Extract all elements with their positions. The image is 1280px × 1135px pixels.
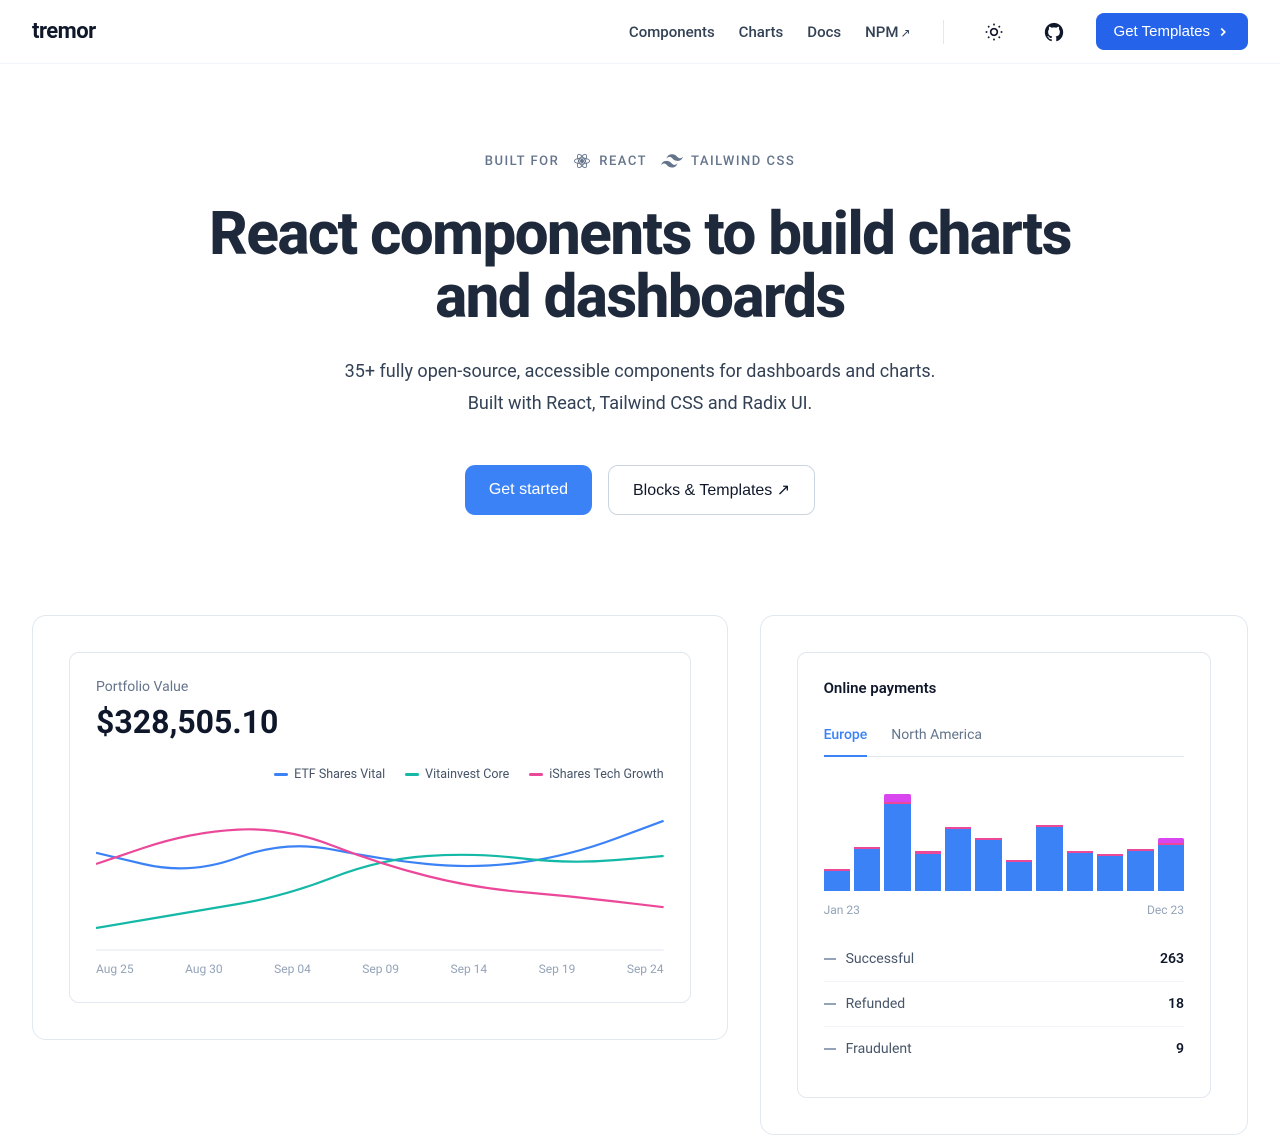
xtick: Sep 24 xyxy=(627,962,664,976)
portfolio-card: Portfolio Value $328,505.10 ETF Shares V… xyxy=(32,615,728,1040)
chevron-right-icon xyxy=(1216,25,1230,39)
built-for-row: BUILT FOR REACT TAILWIND CSS xyxy=(0,152,1280,170)
stat-left: Refunded xyxy=(824,996,906,1012)
tab-europe[interactable]: Europe xyxy=(824,717,868,757)
bar-col xyxy=(1067,791,1093,891)
legend-etf: ETF Shares Vital xyxy=(274,767,385,782)
hero: BUILT FOR REACT TAILWIND CSS React compo… xyxy=(0,64,1280,555)
payments-bars xyxy=(824,791,1184,891)
stat-fraudulent: Fraudulent 9 xyxy=(824,1027,1184,1071)
hero-title: React components to build charts and das… xyxy=(190,202,1090,328)
tech-react: REACT xyxy=(573,152,647,170)
legend-vita-label: Vitainvest Core xyxy=(425,767,509,782)
github-icon xyxy=(1043,21,1065,43)
payments-card: Online payments Europe North America Jan… xyxy=(760,615,1248,1135)
stat-left: Successful xyxy=(824,951,915,967)
get-templates-button[interactable]: Get Templates xyxy=(1096,13,1248,50)
nav-divider xyxy=(943,20,944,44)
legend-dash-icon xyxy=(405,773,419,776)
portfolio-label: Portfolio Value xyxy=(96,679,664,695)
bar-col xyxy=(854,791,880,891)
xtick: Aug 30 xyxy=(185,962,223,976)
bar-col xyxy=(915,791,941,891)
nav-npm[interactable]: NPM↗ xyxy=(865,23,910,41)
cards-row: Portfolio Value $328,505.10 ETF Shares V… xyxy=(0,555,1280,1135)
stat-dash-icon xyxy=(824,1048,836,1050)
line-chart-svg xyxy=(96,792,664,952)
get-started-button[interactable]: Get started xyxy=(465,465,592,515)
stat-refunded-label: Refunded xyxy=(846,996,906,1012)
payments-bar-chart: Jan 23 Dec 23 xyxy=(824,791,1184,917)
blocks-templates-button[interactable]: Blocks & Templates ↗ xyxy=(608,465,815,515)
stat-successful: Successful 263 xyxy=(824,937,1184,982)
payments-title: Online payments xyxy=(824,679,1184,697)
stat-fraudulent-label: Fraudulent xyxy=(846,1041,912,1057)
hero-sub1: 35+ fully open-source, accessible compon… xyxy=(0,356,1280,388)
legend-dash-icon xyxy=(274,773,288,776)
github-link[interactable] xyxy=(1036,14,1072,50)
tailwind-icon xyxy=(661,154,683,168)
xtick: Aug 25 xyxy=(96,962,134,976)
get-templates-label: Get Templates xyxy=(1114,23,1210,40)
tab-north-america[interactable]: North America xyxy=(891,717,982,757)
xtick: Sep 09 xyxy=(362,962,399,976)
nav-components[interactable]: Components xyxy=(629,23,715,41)
stat-dash-icon xyxy=(824,1003,836,1005)
payments-stats: Successful 263 Refunded 18 Fraudulent 9 xyxy=(824,937,1184,1071)
external-link-icon: ↗ xyxy=(900,26,910,40)
legend-dash-icon xyxy=(529,773,543,776)
stat-successful-label: Successful xyxy=(846,951,915,967)
xtick: Sep 14 xyxy=(450,962,487,976)
logo[interactable]: tremor xyxy=(32,19,96,44)
portfolio-legend: ETF Shares Vital Vitainvest Core iShares… xyxy=(96,767,664,782)
portfolio-value: $328,505.10 xyxy=(96,703,664,741)
bar-col xyxy=(1097,791,1123,891)
stat-refunded-value: 18 xyxy=(1168,996,1184,1012)
hero-sub2: Built with React, Tailwind CSS and Radix… xyxy=(0,388,1280,420)
tech-react-label: REACT xyxy=(599,154,647,169)
payments-tabs: Europe North America xyxy=(824,717,1184,757)
portfolio-xticks: Aug 25 Aug 30 Sep 04 Sep 09 Sep 14 Sep 19 Sep … xyxy=(96,962,664,976)
react-icon xyxy=(573,152,591,170)
nav-npm-label: NPM xyxy=(865,23,898,41)
sun-icon xyxy=(984,22,1004,42)
tech-tailwind-label: TAILWIND CSS xyxy=(691,154,795,169)
legend-ishares-label: iShares Tech Growth xyxy=(549,767,663,782)
legend-ishares: iShares Tech Growth xyxy=(529,767,663,782)
built-for-label: BUILT FOR xyxy=(485,154,559,169)
bar-col xyxy=(1158,791,1184,891)
bar-col xyxy=(975,791,1001,891)
theme-toggle[interactable] xyxy=(976,14,1012,50)
payments-range-end: Dec 23 xyxy=(1147,903,1184,917)
cta-row: Get started Blocks & Templates ↗ xyxy=(0,465,1280,515)
xtick: Sep 19 xyxy=(539,962,576,976)
payments-bars-labels: Jan 23 Dec 23 xyxy=(824,903,1184,917)
bar-col xyxy=(1127,791,1153,891)
portfolio-card-inner: Portfolio Value $328,505.10 ETF Shares V… xyxy=(69,652,691,1003)
xtick: Sep 04 xyxy=(274,962,311,976)
bar-col xyxy=(1036,791,1062,891)
stat-dash-icon xyxy=(824,958,836,960)
nav: Components Charts Docs NPM↗ Get Template… xyxy=(629,13,1248,50)
bar-col xyxy=(1006,791,1032,891)
portfolio-line-chart xyxy=(96,792,664,952)
bar-col xyxy=(884,791,910,891)
bar-col xyxy=(945,791,971,891)
stat-successful-value: 263 xyxy=(1160,951,1184,967)
nav-charts[interactable]: Charts xyxy=(739,23,784,41)
payments-card-inner: Online payments Europe North America Jan… xyxy=(797,652,1211,1098)
nav-docs[interactable]: Docs xyxy=(807,23,841,41)
legend-vita: Vitainvest Core xyxy=(405,767,509,782)
payments-range-start: Jan 23 xyxy=(824,903,860,917)
stat-left: Fraudulent xyxy=(824,1041,912,1057)
stat-fraudulent-value: 9 xyxy=(1176,1041,1184,1057)
legend-etf-label: ETF Shares Vital xyxy=(294,767,385,782)
header: tremor Components Charts Docs NPM↗ Get T… xyxy=(0,0,1280,64)
stat-refunded: Refunded 18 xyxy=(824,982,1184,1027)
tech-tailwind: TAILWIND CSS xyxy=(661,154,795,169)
bar-col xyxy=(824,791,850,891)
